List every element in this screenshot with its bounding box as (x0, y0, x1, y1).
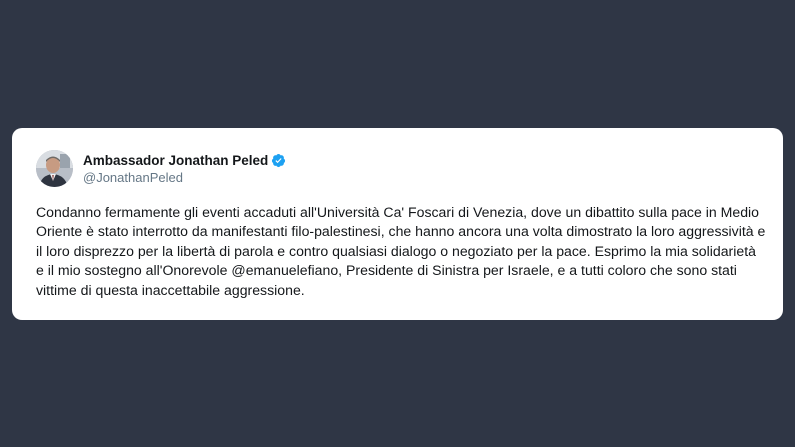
avatar[interactable] (36, 150, 73, 187)
author-handle[interactable]: @JonathanPeled (83, 169, 286, 186)
tweet-text: Condanno fermamente gli eventi accaduti … (36, 204, 766, 298)
verified-badge-icon (271, 153, 286, 168)
avatar-image (36, 150, 73, 187)
tweet-card: Ambassador Jonathan Peled @JonathanPeled… (12, 128, 783, 320)
author-name-row: Ambassador Jonathan Peled (83, 152, 286, 169)
author-display-name[interactable]: Ambassador Jonathan Peled (83, 152, 268, 169)
tweet-header: Ambassador Jonathan Peled @JonathanPeled (36, 150, 286, 187)
author-info: Ambassador Jonathan Peled @JonathanPeled (83, 152, 286, 186)
